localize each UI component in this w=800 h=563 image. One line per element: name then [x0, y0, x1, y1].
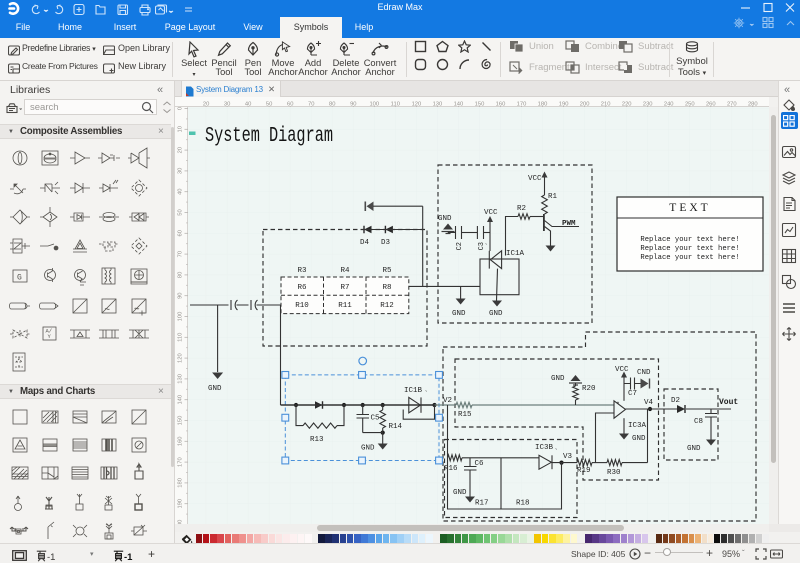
svg-text:CND: CND	[637, 369, 651, 377]
svg-text:Vout: Vout	[719, 398, 738, 407]
svg-text:VCC: VCC	[484, 209, 498, 217]
svg-text:10: 10	[178, 126, 184, 132]
svg-text:R16: R16	[444, 465, 458, 473]
svg-text:R13: R13	[310, 436, 324, 444]
svg-text:190: 190	[178, 499, 184, 509]
svg-text:`: `	[424, 391, 428, 399]
svg-text:20: 20	[178, 147, 184, 153]
svg-text:Replace your text here!: Replace your text here!	[640, 245, 739, 253]
svg-text:D3: D3	[381, 239, 391, 247]
svg-text:Replace your text here!: Replace your text here!	[640, 236, 739, 244]
svg-text:TEXT: TEXT	[669, 202, 710, 214]
svg-text:110: 110	[178, 333, 184, 342]
svg-text:VCC: VCC	[615, 366, 629, 374]
svg-text:180: 180	[178, 478, 184, 488]
svg-text:R2: R2	[517, 205, 526, 213]
svg-text:R12: R12	[380, 302, 394, 310]
svg-text:GND: GND	[361, 445, 375, 453]
svg-text:50: 50	[178, 209, 184, 215]
svg-text:R19: R19	[577, 467, 591, 475]
svg-text:0: 0	[178, 107, 184, 110]
svg-text:GND: GND	[452, 310, 466, 318]
svg-text:GND: GND	[687, 445, 701, 453]
svg-text:R6: R6	[297, 284, 307, 292]
svg-text:R30: R30	[607, 469, 621, 477]
svg-text:GND: GND	[208, 385, 222, 393]
svg-text:GND: GND	[489, 310, 503, 318]
svg-text:70: 70	[178, 251, 184, 257]
svg-text:R14: R14	[389, 423, 403, 431]
svg-text:170: 170	[178, 457, 184, 467]
svg-text:V2: V2	[443, 397, 452, 405]
svg-text:System Diagram: System Diagram	[205, 124, 333, 148]
svg-text:40: 40	[178, 188, 184, 194]
svg-text:V4: V4	[644, 399, 654, 407]
svg-text:GND: GND	[632, 435, 646, 443]
svg-text:IC1B: IC1B	[404, 387, 423, 395]
svg-text:C7: C7	[628, 390, 637, 398]
svg-text:GND: GND	[438, 215, 452, 223]
svg-text:C5: C5	[371, 415, 381, 423]
svg-text:D2: D2	[671, 397, 680, 405]
svg-text:C3: C3	[478, 242, 486, 250]
svg-text:IC3B: IC3B	[535, 444, 554, 452]
svg-text:GND: GND	[453, 489, 467, 497]
svg-text:C2: C2	[456, 242, 464, 250]
svg-text:R1: R1	[548, 193, 558, 201]
svg-text:R4: R4	[340, 267, 350, 275]
svg-text:R8: R8	[382, 284, 391, 292]
svg-text:R5: R5	[382, 267, 392, 275]
svg-text:V3: V3	[563, 453, 573, 461]
svg-text:60: 60	[178, 230, 184, 236]
svg-text:30: 30	[178, 168, 184, 174]
svg-text:R18: R18	[516, 500, 530, 508]
svg-text:IC3A: IC3A	[628, 422, 647, 430]
svg-text:R10: R10	[295, 302, 309, 310]
svg-text:R15: R15	[458, 411, 472, 419]
svg-text:150: 150	[178, 416, 184, 426]
svg-text:G: G	[17, 274, 22, 283]
svg-text:D4: D4	[360, 239, 370, 247]
svg-text:`: `	[554, 449, 558, 457]
svg-text:R20: R20	[582, 385, 596, 393]
svg-text:Replace your text here!: Replace your text here!	[640, 254, 739, 262]
svg-text:90: 90	[178, 292, 184, 298]
svg-text:120: 120	[178, 353, 184, 363]
svg-text:IC1A: IC1A	[506, 250, 525, 258]
svg-text:GND: GND	[551, 375, 565, 383]
svg-text:C8: C8	[694, 418, 703, 426]
svg-text:140: 140	[178, 395, 184, 405]
svg-text:R11: R11	[338, 302, 352, 310]
svg-text:R17: R17	[475, 500, 489, 508]
svg-text:100: 100	[178, 312, 184, 322]
svg-text:R7: R7	[340, 284, 349, 292]
svg-text:130: 130	[178, 374, 184, 384]
svg-text:80: 80	[178, 272, 184, 278]
svg-text:160: 160	[178, 436, 184, 446]
svg-text:R3: R3	[297, 267, 307, 275]
svg-text:VCC: VCC	[528, 175, 542, 183]
